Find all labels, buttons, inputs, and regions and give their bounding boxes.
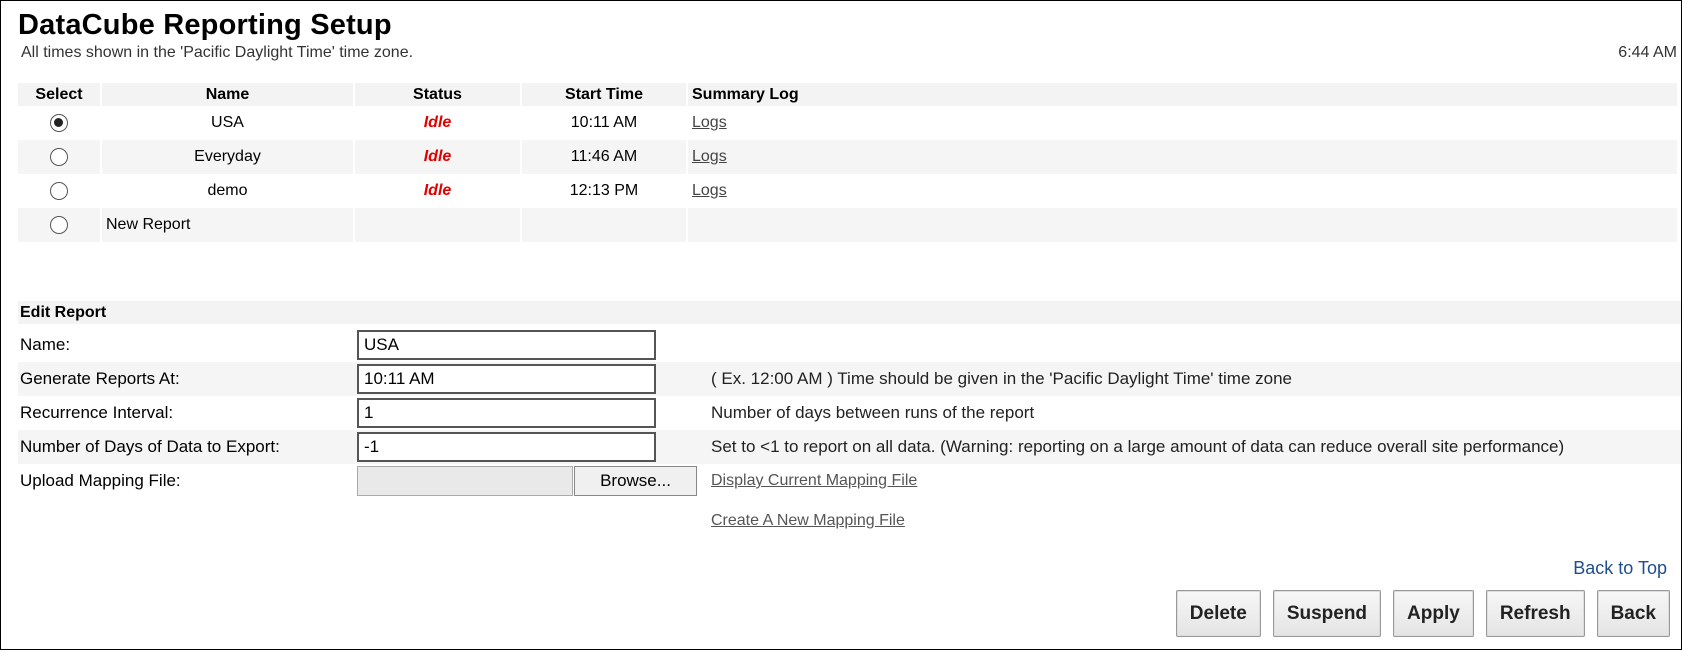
column-header-start-time: Start Time (522, 83, 686, 106)
logs-link[interactable]: Logs (692, 148, 727, 165)
recurrence-label: Recurrence Interval: (20, 403, 174, 422)
report-name: Everyday (102, 140, 353, 174)
display-mapping-file-link[interactable]: Display Current Mapping File (711, 472, 917, 490)
suspend-button[interactable]: Suspend (1272, 590, 1382, 637)
recurrence-row: Recurrence Interval: Number of days betw… (18, 396, 1681, 430)
apply-button[interactable]: Apply (1393, 590, 1474, 637)
days-export-label: Number of Days of Data to Export: (20, 437, 280, 456)
column-header-name: Name (102, 83, 353, 106)
column-header-status: Status (355, 83, 520, 106)
start-time: 12:13 PM (569, 182, 639, 199)
current-time: 6:44 AM (1618, 44, 1677, 61)
generate-at-hint: ( Ex. 12:00 AM ) Time should be given in… (711, 369, 1292, 388)
action-bar: Delete Suspend Apply Refresh Back (1175, 590, 1670, 637)
status-badge: Idle (355, 140, 520, 174)
status-badge: Idle (423, 182, 452, 199)
table-header-row: Select Name Status Start Time Summary Lo… (18, 83, 1677, 106)
table-row: New Report (18, 208, 1677, 242)
select-radio-new-report[interactable] (50, 215, 68, 234)
back-button[interactable]: Back (1596, 590, 1670, 637)
recurrence-hint: Number of days between runs of the repor… (711, 403, 1035, 422)
back-to-top-link[interactable]: Back to Top (1573, 558, 1667, 579)
generate-at-label: Generate Reports At: (20, 369, 180, 388)
generate-at-input[interactable] (357, 364, 656, 394)
name-input[interactable] (357, 330, 656, 360)
table-row: demo Idle 12:13 PM Logs (18, 174, 1677, 208)
reports-table: Select Name Status Start Time Summary Lo… (16, 83, 1679, 242)
select-radio-everyday[interactable] (50, 147, 68, 166)
name-label: Name: (20, 335, 71, 354)
delete-button[interactable]: Delete (1175, 590, 1261, 637)
status-badge: Idle (423, 114, 452, 131)
create-mapping-file-link[interactable]: Create A New Mapping File (711, 512, 905, 530)
logs-link[interactable]: Logs (692, 114, 727, 131)
upload-row: Upload Mapping File: Browse... Display C… (18, 464, 1681, 498)
table-row: USA Idle 10:11 AM Logs (18, 106, 1677, 140)
recurrence-input[interactable] (357, 398, 656, 428)
start-time: 10:11 AM (570, 114, 638, 131)
table-row: Everyday Idle 11:46 AM Logs (18, 140, 1677, 174)
browse-button[interactable]: Browse... (574, 466, 697, 496)
column-header-select: Select (18, 83, 100, 106)
column-header-summary-log: Summary Log (688, 83, 1677, 106)
name-row: Name: (18, 328, 1681, 362)
select-radio-demo[interactable] (50, 181, 68, 200)
timezone-note: All times shown in the 'Pacific Daylight… (21, 44, 414, 61)
start-time: 11:46 AM (522, 140, 686, 174)
refresh-button[interactable]: Refresh (1485, 590, 1585, 637)
logs-link[interactable]: Logs (692, 182, 727, 199)
upload-label: Upload Mapping File: (20, 471, 181, 490)
select-radio-usa[interactable] (50, 113, 68, 132)
page-frame: DataCube Reporting Setup All times shown… (0, 0, 1682, 650)
days-export-hint: Set to <1 to report on all data. (Warnin… (711, 437, 1565, 456)
page-title: DataCube Reporting Setup (18, 9, 392, 41)
new-report-label: New Report (102, 208, 353, 242)
days-export-row: Number of Days of Data to Export: Set to… (18, 430, 1681, 464)
generate-at-row: Generate Reports At: ( Ex. 12:00 AM ) Ti… (18, 362, 1681, 396)
edit-report-heading: Edit Report (18, 301, 1681, 324)
report-name: demo (207, 182, 248, 199)
report-name: USA (211, 114, 244, 131)
days-export-input[interactable] (357, 432, 656, 462)
file-path-field[interactable] (357, 466, 573, 496)
